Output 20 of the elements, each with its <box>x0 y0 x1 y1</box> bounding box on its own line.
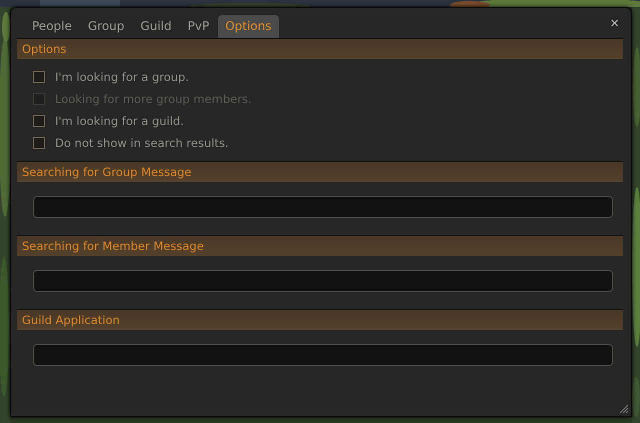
close-button[interactable]: × <box>606 15 623 32</box>
checkbox-label: Do not show in search results. <box>55 136 229 150</box>
message-field[interactable] <box>33 196 613 218</box>
tab[interactable]: Guild <box>133 15 179 38</box>
section-header: Options <box>17 38 623 59</box>
checkbox[interactable] <box>33 70 45 82</box>
message-field[interactable] <box>33 344 613 366</box>
tab[interactable]: Options <box>218 15 279 38</box>
checkbox[interactable] <box>33 136 45 148</box>
section-header: Guild Application <box>17 309 623 330</box>
section-header: Searching for Group Message <box>17 161 623 182</box>
checkbox-label: I'm looking for a group. <box>55 70 190 84</box>
message-field[interactable] <box>33 270 613 292</box>
tab[interactable]: People <box>25 15 79 38</box>
resize-grip-icon[interactable] <box>619 404 629 414</box>
tab[interactable]: Group <box>80 15 132 38</box>
tab[interactable]: PvP <box>180 15 216 38</box>
section-header: Searching for Member Message <box>17 235 623 256</box>
checkbox-label: I'm looking for a guild. <box>55 114 184 128</box>
checkbox[interactable] <box>33 114 45 126</box>
